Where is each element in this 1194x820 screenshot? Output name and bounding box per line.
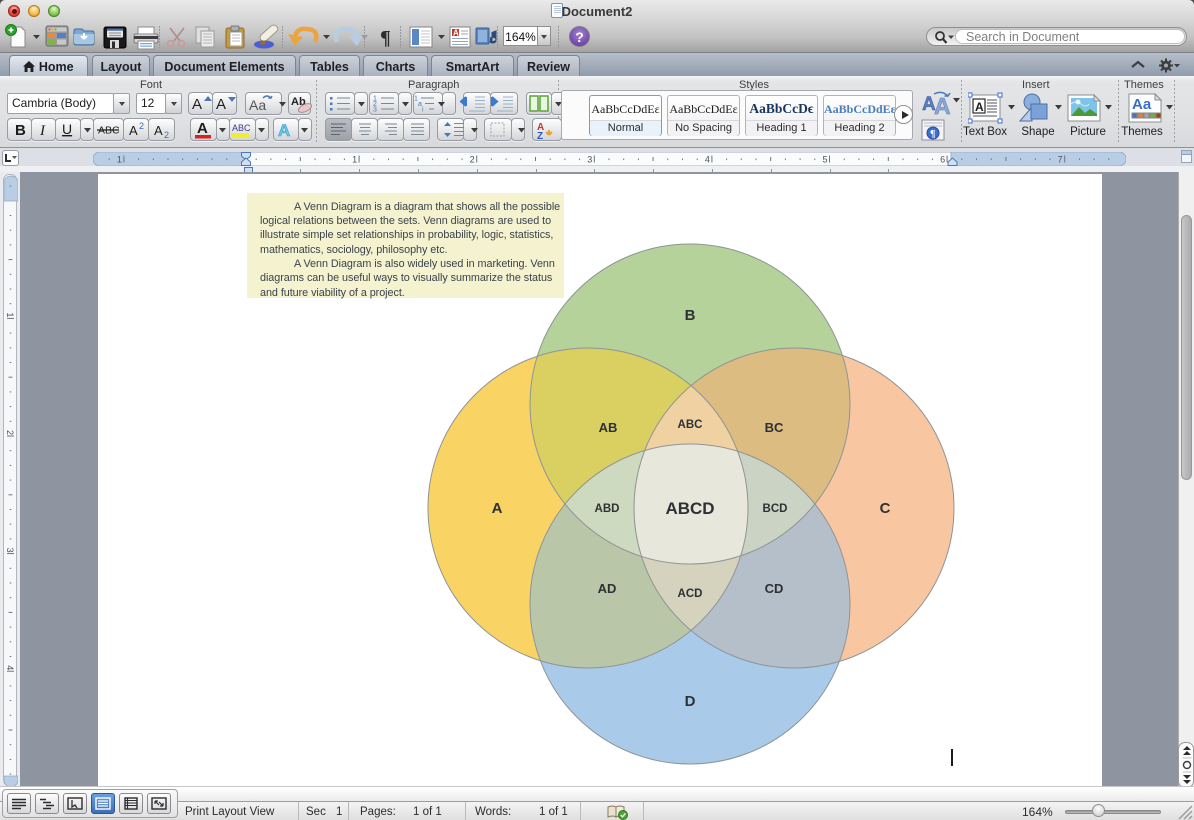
svg-text:AB: AB bbox=[599, 420, 618, 435]
svg-text:BC: BC bbox=[765, 420, 784, 435]
svg-text:3: 3 bbox=[373, 107, 377, 114]
svg-text:A: A bbox=[453, 29, 459, 38]
svg-text:A: A bbox=[129, 123, 138, 138]
svg-text:Aa: Aa bbox=[1132, 96, 1152, 113]
svg-text:2: 2 bbox=[5, 430, 15, 435]
svg-text:5: 5 bbox=[822, 154, 827, 164]
svg-text:¶: ¶ bbox=[930, 129, 935, 140]
svg-text:A: A bbox=[278, 121, 290, 140]
svg-text:B: B bbox=[15, 122, 26, 139]
svg-text:6: 6 bbox=[940, 154, 945, 164]
svg-text:ACD: ACD bbox=[678, 588, 703, 600]
svg-text:CD: CD bbox=[765, 581, 784, 596]
svg-text:A: A bbox=[154, 123, 163, 138]
svg-text:ABC: ABC bbox=[678, 419, 703, 431]
svg-text:3: 3 bbox=[587, 154, 592, 164]
svg-text:4: 4 bbox=[5, 665, 15, 670]
svg-text:7: 7 bbox=[1058, 154, 1063, 164]
svg-text:A: A bbox=[192, 96, 202, 113]
svg-text:2: 2 bbox=[470, 154, 475, 164]
svg-text:U: U bbox=[62, 121, 72, 137]
svg-text:3: 3 bbox=[5, 548, 15, 553]
svg-text:D: D bbox=[685, 693, 696, 710]
svg-text:BCD: BCD bbox=[763, 503, 788, 515]
svg-text:Aa: Aa bbox=[249, 97, 266, 113]
svg-text:B: B bbox=[685, 307, 696, 324]
svg-text:Z: Z bbox=[537, 131, 543, 141]
svg-text:A: A bbox=[197, 120, 208, 137]
svg-text:¶: ¶ bbox=[380, 27, 391, 49]
svg-text:1: 1 bbox=[117, 154, 122, 164]
svg-text:2: 2 bbox=[164, 130, 169, 140]
svg-text:1: 1 bbox=[5, 312, 15, 317]
svg-text:1: 1 bbox=[352, 154, 357, 164]
svg-text:ABCD: ABCD bbox=[665, 499, 714, 518]
svg-text:A: A bbox=[975, 100, 984, 114]
svg-text:A: A bbox=[492, 500, 503, 517]
svg-text:ABC: ABC bbox=[232, 123, 251, 133]
svg-text:A: A bbox=[216, 96, 226, 113]
svg-text:4: 4 bbox=[705, 154, 710, 164]
svg-text:C: C bbox=[880, 500, 891, 517]
svg-text:AD: AD bbox=[598, 581, 617, 596]
svg-text:2: 2 bbox=[139, 121, 144, 131]
svg-text:ABD: ABD bbox=[595, 503, 620, 515]
svg-text:i: i bbox=[422, 107, 424, 114]
svg-text:I: I bbox=[39, 123, 46, 139]
